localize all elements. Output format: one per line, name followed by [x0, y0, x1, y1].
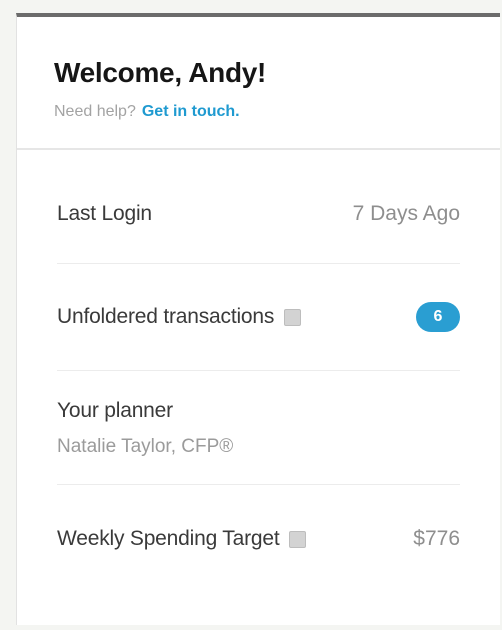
help-line: Need help? Get in touch. — [54, 102, 500, 122]
unfoldered-count-badge[interactable]: 6 — [416, 302, 460, 332]
last-login-value: 7 Days Ago — [352, 201, 460, 225]
welcome-title: Welcome, Andy! — [54, 57, 267, 88]
info-icon[interactable] — [289, 530, 307, 548]
last-login-row: Last Login 7 Days Ago — [57, 150, 460, 264]
planner-row: Your planner Natalie Taylor, CFP® — [57, 371, 460, 485]
planner-label: Your planner — [57, 399, 173, 422]
spending-label: Weekly Spending Target — [57, 527, 280, 550]
info-icon[interactable] — [284, 308, 302, 326]
welcome-card: Welcome, Andy! Need help? Get in touch. L… — [16, 13, 500, 625]
summary-list: Last Login 7 Days Ago Unfoldered transac… — [17, 150, 500, 593]
spending-label-wrap: Weekly Spending Target — [57, 527, 307, 551]
unfoldered-transactions-row[interactable]: Unfoldered transactions 6 — [57, 264, 460, 371]
spending-value: $776 — [413, 527, 460, 550]
weekly-spending-row: Weekly Spending Target $776 — [57, 485, 460, 593]
last-login-label: Last Login — [57, 201, 152, 225]
unfoldered-label-wrap: Unfoldered transactions — [57, 305, 302, 329]
card-header: Welcome, Andy! Need help? Get in touch. — [17, 17, 500, 150]
get-in-touch-link[interactable]: Get in touch. — [142, 103, 240, 120]
help-prefix: Need help? — [54, 103, 136, 120]
planner-name: Natalie Taylor, CFP® — [57, 436, 234, 457]
unfoldered-label: Unfoldered transactions — [57, 305, 275, 328]
